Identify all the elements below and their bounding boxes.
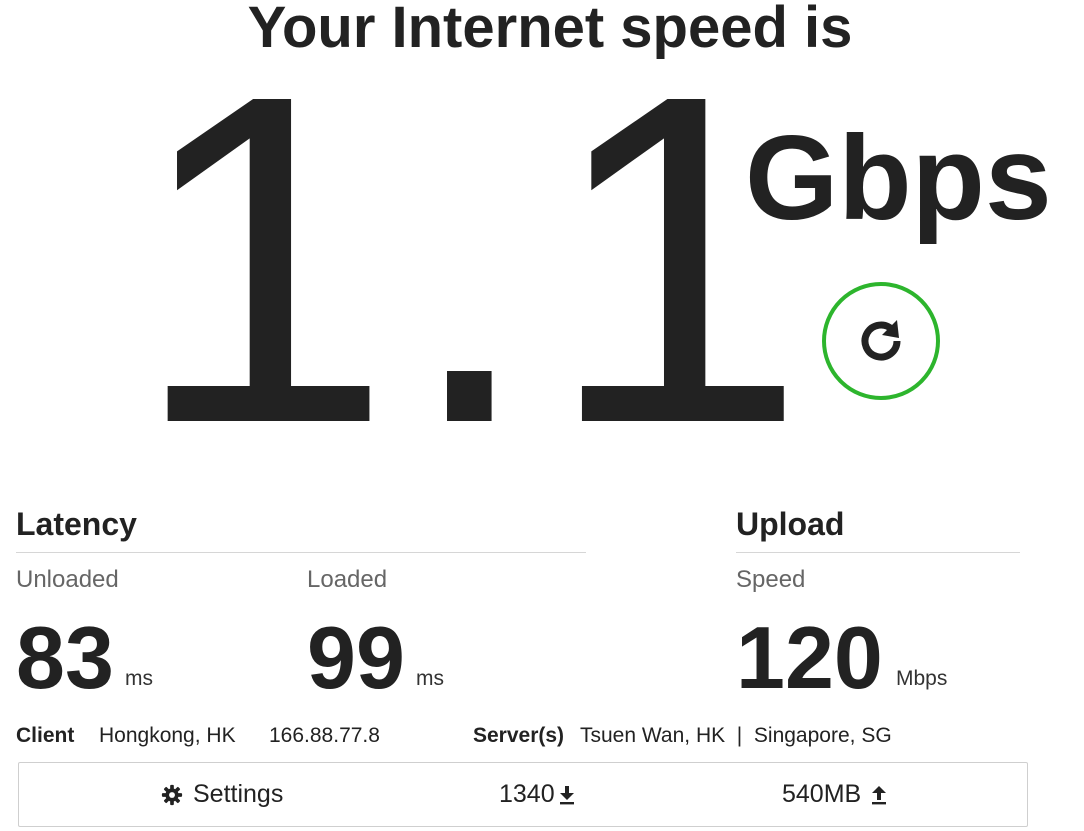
servers-label: Server(s) (473, 724, 565, 747)
gear-icon (161, 784, 183, 806)
download-volume: 1340 (499, 763, 575, 826)
bottom-toolbar: Settings 1340 540MB (18, 762, 1028, 827)
servers-list: Tsuen Wan, HK | Singapore, SG (580, 724, 892, 747)
loaded-latency-unit: ms (416, 667, 444, 690)
reload-icon (853, 313, 909, 369)
unloaded-latency-value: 83 (16, 608, 114, 707)
reload-button[interactable] (822, 282, 940, 400)
loaded-latency-value: 99 (307, 608, 405, 707)
client-location: Hongkong, HK (99, 724, 236, 747)
upload-speed-label: Speed (736, 566, 806, 593)
latency-title: Latency (16, 506, 137, 542)
client-label: Client (16, 724, 75, 747)
latency-divider (16, 552, 586, 553)
speed-value: 1.1 (132, 0, 819, 521)
upload-volume-value: 540MB (782, 780, 862, 808)
unloaded-latency-unit: ms (125, 667, 153, 690)
upload-divider (736, 552, 1020, 553)
upload-icon (871, 785, 887, 805)
upload-title: Upload (736, 506, 845, 542)
settings-button[interactable]: Settings (161, 763, 283, 826)
settings-label: Settings (193, 780, 284, 808)
upload-speed-value: 120 (736, 608, 883, 707)
download-icon (559, 785, 575, 805)
speed-unit: Gbps (745, 111, 1052, 245)
unloaded-label: Unloaded (16, 566, 119, 593)
upload-volume: 540MB (782, 763, 887, 826)
loaded-label: Loaded (307, 566, 388, 593)
upload-speed-unit: Mbps (896, 667, 948, 690)
download-volume-value: 1340 (499, 780, 555, 808)
client-ip: 166.88.77.8 (269, 724, 380, 747)
